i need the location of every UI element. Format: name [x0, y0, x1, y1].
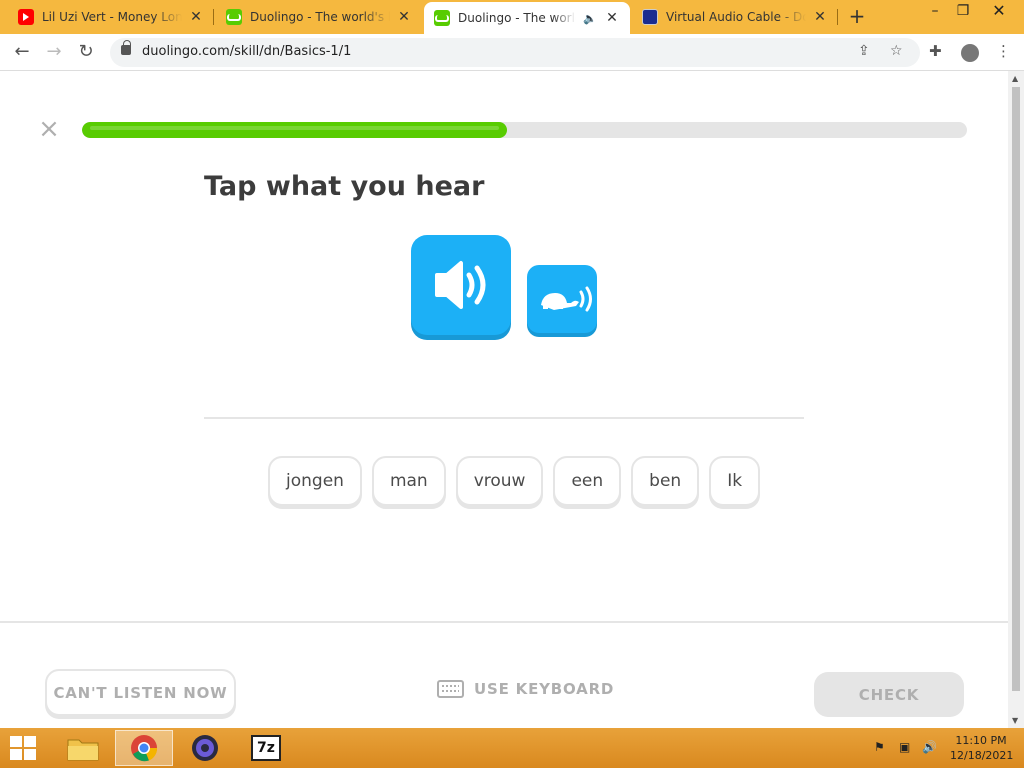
check-button[interactable]: CHECK — [814, 672, 964, 717]
windows-taskbar: 7z ⚑ ▣ 🔊 11:10 PM 12/18/2021 — [0, 728, 1024, 768]
tab-separator — [837, 9, 838, 25]
forward-arrow-icon[interactable]: → — [40, 38, 68, 66]
word-bank: jongen man vrouw een ben Ik — [268, 456, 761, 506]
network-icon[interactable]: ▣ — [899, 740, 910, 754]
word-chip-vrouw[interactable]: vrouw — [455, 456, 544, 506]
chrome-taskbar-icon[interactable] — [115, 730, 173, 766]
chrome-icon — [131, 735, 158, 762]
browser-tab-duolingo-1[interactable]: Duolingo - The world's best ✕ — [216, 0, 422, 34]
close-window-button[interactable]: ✕ — [982, 0, 1016, 30]
browser-tab-youtube[interactable]: Lil Uzi Vert - Money Longer ✕ — [8, 0, 214, 34]
progress-fill — [82, 122, 507, 138]
obs-taskbar-icon[interactable] — [176, 730, 234, 766]
cant-listen-button[interactable]: CAN'T LISTEN NOW — [45, 669, 236, 716]
volume-icon[interactable]: 🔊 — [922, 740, 937, 754]
tab-title: Duolingo - The world's — [458, 11, 576, 25]
restore-button[interactable]: ❐ — [946, 0, 980, 30]
use-keyboard-label: USE KEYBOARD — [474, 680, 615, 698]
word-chip-man[interactable]: man — [371, 456, 446, 506]
action-center-flag-icon[interactable]: ⚑ — [874, 740, 885, 754]
back-arrow-icon[interactable]: ← — [8, 38, 36, 66]
close-lesson-icon[interactable]: × — [38, 116, 60, 142]
profile-avatar-icon[interactable] — [961, 44, 979, 62]
vac-icon — [642, 9, 658, 25]
close-tab-icon[interactable]: ✕ — [188, 9, 204, 25]
file-explorer-icon[interactable] — [54, 730, 112, 766]
extensions-icon[interactable]: ✚ — [929, 42, 942, 60]
answer-line — [204, 417, 804, 419]
7zip-taskbar-icon[interactable]: 7z — [237, 730, 295, 766]
lock-icon — [121, 40, 131, 55]
clock-date: 12/18/2021 — [950, 749, 1014, 762]
word-chip-jongen[interactable]: jongen — [268, 456, 362, 506]
windows-start-icon[interactable] — [10, 736, 38, 762]
close-tab-icon[interactable]: ✕ — [812, 9, 828, 25]
word-chip-ik[interactable]: Ik — [709, 456, 761, 506]
browser-tab-vac[interactable]: Virtual Audio Cable - Down ✕ — [632, 0, 838, 34]
folder-icon — [67, 739, 99, 761]
tab-separator — [213, 9, 214, 25]
new-tab-button[interactable]: + — [845, 5, 869, 29]
system-clock[interactable]: 11:10 PM 12/18/2021 — [950, 733, 1014, 763]
word-chip-een[interactable]: een — [553, 456, 622, 506]
word-chip-ben[interactable]: ben — [631, 456, 700, 506]
address-bar[interactable]: duolingo.com/skill/dn/Basics-1/1 ⇪ ☆ — [110, 38, 920, 67]
menu-kebab-icon[interactable]: ⋮ — [996, 42, 1011, 60]
audio-playing-icon[interactable]: 🔈 — [582, 12, 598, 25]
duolingo-icon — [434, 10, 450, 26]
tab-title: Duolingo - The world's best — [250, 10, 390, 24]
challenge-heading: Tap what you hear — [204, 171, 485, 202]
7zip-icon: 7z — [251, 735, 281, 761]
keyboard-icon — [437, 680, 464, 698]
duolingo-icon — [226, 9, 242, 25]
lesson-progress-bar — [82, 122, 967, 138]
play-slow-audio-button[interactable] — [527, 265, 597, 333]
close-tab-icon[interactable]: ✕ — [604, 10, 620, 26]
use-keyboard-button[interactable]: USE KEYBOARD — [437, 677, 614, 701]
turtle-icon — [541, 286, 592, 312]
page-scrollbar[interactable]: ▲ ▼ — [1008, 71, 1024, 728]
scroll-up-arrow-icon[interactable]: ▲ — [1012, 74, 1018, 83]
scroll-down-arrow-icon[interactable]: ▼ — [1012, 716, 1018, 725]
obs-icon — [192, 735, 218, 761]
reload-icon[interactable]: ↻ — [72, 38, 100, 66]
bookmark-star-icon[interactable]: ☆ — [890, 43, 903, 59]
browser-toolbar: ← → ↻ duolingo.com/skill/dn/Basics-1/1 ⇪… — [0, 34, 1024, 71]
browser-tab-duolingo-active[interactable]: Duolingo - The world's 🔈 ✕ — [424, 2, 630, 34]
share-icon[interactable]: ⇪ — [858, 43, 870, 59]
speaker-icon — [435, 261, 486, 309]
tab-title: Lil Uzi Vert - Money Longer — [42, 10, 182, 24]
footer-divider — [0, 621, 1008, 623]
tab-title: Virtual Audio Cable - Down — [666, 10, 806, 24]
play-audio-button[interactable] — [411, 235, 511, 335]
clock-time: 11:10 PM — [955, 734, 1007, 747]
scrollbar-thumb[interactable] — [1012, 87, 1020, 691]
url-text: duolingo.com/skill/dn/Basics-1/1 — [142, 44, 352, 59]
browser-tab-strip: Lil Uzi Vert - Money Longer ✕ Duolingo -… — [0, 0, 1024, 34]
lesson-page: × Tap what you hear jongen man vrouw een… — [0, 71, 1008, 728]
youtube-icon — [18, 9, 34, 25]
close-tab-icon[interactable]: ✕ — [396, 9, 412, 25]
